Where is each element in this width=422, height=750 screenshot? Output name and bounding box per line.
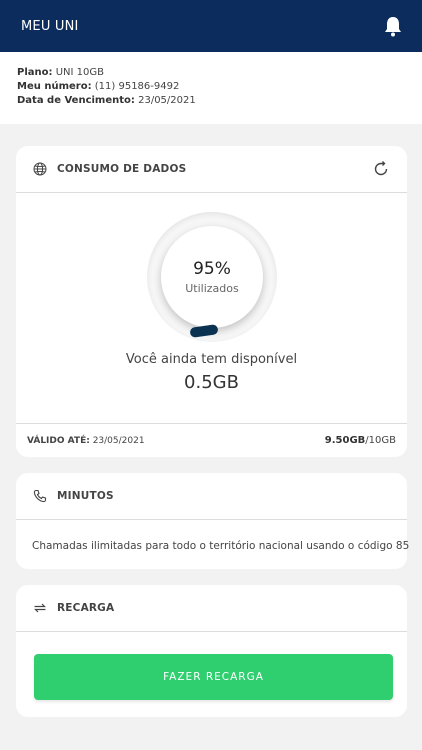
recharge-card: RECARGA FAZER RECARGA bbox=[16, 585, 407, 717]
number-label: Meu número: bbox=[17, 81, 92, 92]
minutes-title: MINUTOS bbox=[57, 490, 114, 502]
app-header: MEU UNI bbox=[0, 0, 422, 52]
due-line: Data de Vencimento: 23/05/2021 bbox=[17, 94, 405, 108]
plan-value: UNI 10GB bbox=[55, 67, 104, 78]
available-label: Você ainda tem disponível bbox=[125, 352, 298, 367]
swap-arrows-icon bbox=[32, 600, 48, 616]
valid-value: 23/05/2021 bbox=[92, 435, 145, 446]
minutes-header: MINUTOS bbox=[16, 473, 407, 520]
usage-gauge: 95% Utilizados bbox=[147, 212, 277, 342]
due-label: Data de Vencimento: bbox=[17, 95, 135, 106]
number-line: Meu número: (11) 95186-9492 bbox=[17, 80, 405, 94]
data-usage-card: CONSUMO DE DADOS 95% Utilizados Você ain… bbox=[16, 146, 407, 457]
recharge-header: RECARGA bbox=[16, 585, 407, 632]
percent-used: 95% bbox=[193, 259, 231, 279]
due-value: 23/05/2021 bbox=[138, 95, 196, 106]
usage-total: /10GB bbox=[365, 435, 396, 446]
plan-info: Plano: UNI 10GB Meu número: (11) 95186-9… bbox=[0, 52, 422, 124]
data-usage-title: CONSUMO DE DADOS bbox=[57, 163, 187, 175]
data-usage-footer: VÁLIDO ATÉ: 23/05/2021 9.50GB/10GB bbox=[16, 423, 407, 457]
app-title: MEU UNI bbox=[21, 18, 79, 34]
gauge-center: 95% Utilizados bbox=[161, 226, 263, 328]
phone-icon bbox=[32, 488, 48, 504]
plan-line: Plano: UNI 10GB bbox=[17, 66, 405, 80]
valid-until: VÁLIDO ATÉ: 23/05/2021 bbox=[27, 436, 145, 446]
recharge-button[interactable]: FAZER RECARGA bbox=[34, 654, 393, 700]
valid-label: VÁLIDO ATÉ: bbox=[27, 435, 90, 446]
data-usage-header: CONSUMO DE DADOS bbox=[16, 146, 407, 193]
refresh-icon[interactable] bbox=[371, 159, 391, 179]
used-label: Utilizados bbox=[185, 282, 239, 295]
number-value: (11) 95186-9492 bbox=[94, 81, 180, 92]
minutes-description: Chamadas ilimitadas para todo o territór… bbox=[32, 540, 410, 552]
usage-used: 9.50GB bbox=[324, 435, 366, 446]
bell-icon[interactable] bbox=[382, 15, 404, 37]
minutes-card: MINUTOS Chamadas ilimitadas para todo o … bbox=[16, 473, 410, 569]
plan-label: Plano: bbox=[17, 67, 53, 78]
usage-summary: 9.50GB/10GB bbox=[325, 435, 396, 446]
available-value: 0.5GB bbox=[184, 372, 239, 393]
globe-icon bbox=[32, 161, 48, 177]
recharge-title: RECARGA bbox=[57, 602, 115, 614]
